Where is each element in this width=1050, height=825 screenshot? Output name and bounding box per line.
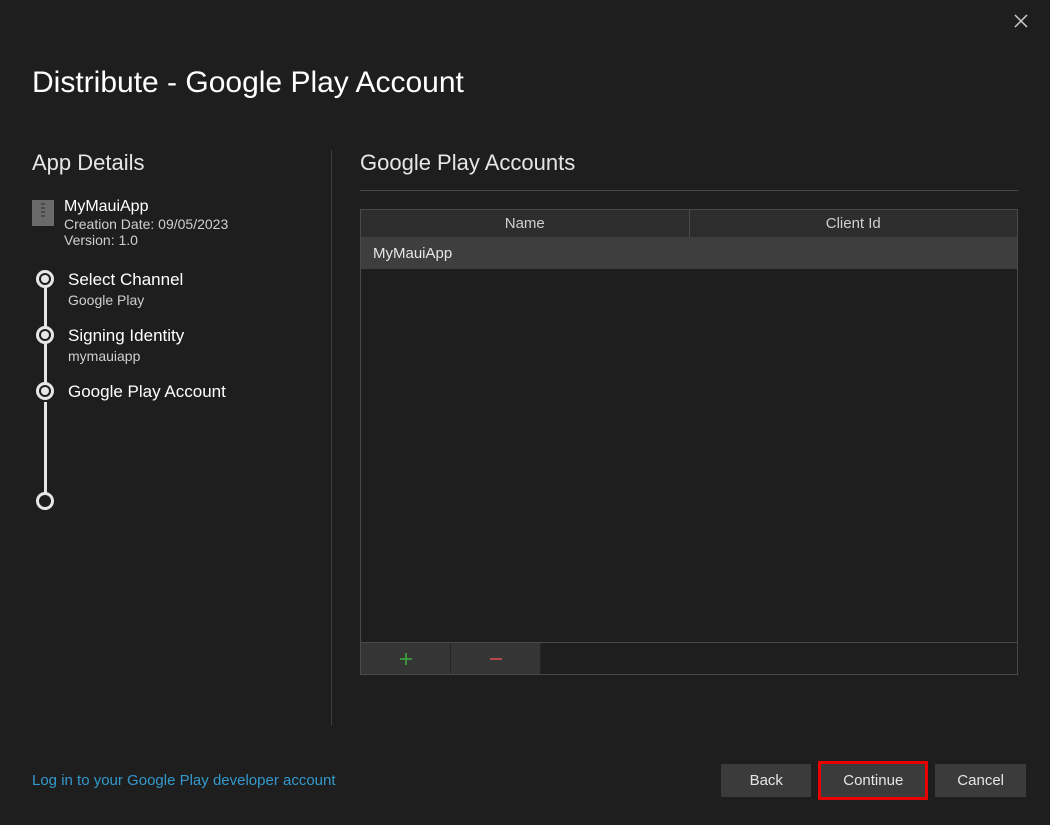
column-header-client-id[interactable]: Client Id xyxy=(690,210,1018,237)
continue-button[interactable]: Continue xyxy=(821,764,925,797)
step-dot-icon xyxy=(36,326,54,344)
button-row: Back Continue Cancel xyxy=(721,764,1026,797)
column-header-name[interactable]: Name xyxy=(361,210,690,237)
app-name: MyMauiApp xyxy=(64,198,228,216)
close-icon xyxy=(1014,14,1028,28)
step-label: Select Channel xyxy=(68,270,183,290)
step-dot-icon xyxy=(36,382,54,400)
dialog-body: App Details MyMauiApp Creation Date: 09/… xyxy=(32,150,1018,725)
table-header: Name Client Id xyxy=(361,210,1017,237)
step-label: Google Play Account xyxy=(68,382,226,402)
minus-icon xyxy=(488,651,504,667)
app-version: Version: 1.0 xyxy=(64,232,228,248)
plus-icon xyxy=(398,651,414,667)
remove-account-button[interactable] xyxy=(451,643,541,674)
archive-icon xyxy=(32,200,54,226)
main-panel: Google Play Accounts Name Client Id MyMa… xyxy=(332,150,1018,725)
app-creation-date: Creation Date: 09/05/2023 xyxy=(64,216,228,232)
step-dot-icon xyxy=(36,270,54,288)
app-details: MyMauiApp Creation Date: 09/05/2023 Vers… xyxy=(32,198,315,248)
step-sublabel: Google Play xyxy=(68,292,183,308)
close-button[interactable] xyxy=(1014,14,1028,33)
divider xyxy=(360,190,1018,191)
cell-name: MyMauiApp xyxy=(361,245,689,262)
table-row[interactable]: MyMauiApp xyxy=(361,237,1017,269)
table-footer xyxy=(361,642,1017,674)
back-button[interactable]: Back xyxy=(721,764,811,797)
main-title: Google Play Accounts xyxy=(360,150,1018,176)
login-link[interactable]: Log in to your Google Play developer acc… xyxy=(32,772,336,789)
step-signing-identity[interactable]: Signing Identity mymauiapp xyxy=(36,326,315,364)
step-google-play-account[interactable]: Google Play Account xyxy=(36,382,315,402)
cancel-button[interactable]: Cancel xyxy=(935,764,1026,797)
add-account-button[interactable] xyxy=(361,643,451,674)
step-next-placeholder xyxy=(36,492,315,510)
footer-spacer xyxy=(541,643,1017,674)
sidebar-title: App Details xyxy=(32,150,315,176)
step-dot-icon xyxy=(36,492,54,510)
sidebar: App Details MyMauiApp Creation Date: 09/… xyxy=(32,150,332,725)
wizard-steps: Select Channel Google Play Signing Ident… xyxy=(36,270,315,510)
step-sublabel: mymauiapp xyxy=(68,348,184,364)
step-select-channel[interactable]: Select Channel Google Play xyxy=(36,270,315,308)
dialog-footer: Log in to your Google Play developer acc… xyxy=(32,764,1026,797)
step-label: Signing Identity xyxy=(68,326,184,346)
page-title: Distribute - Google Play Account xyxy=(32,66,464,100)
accounts-table: Name Client Id MyMauiApp xyxy=(360,209,1018,675)
